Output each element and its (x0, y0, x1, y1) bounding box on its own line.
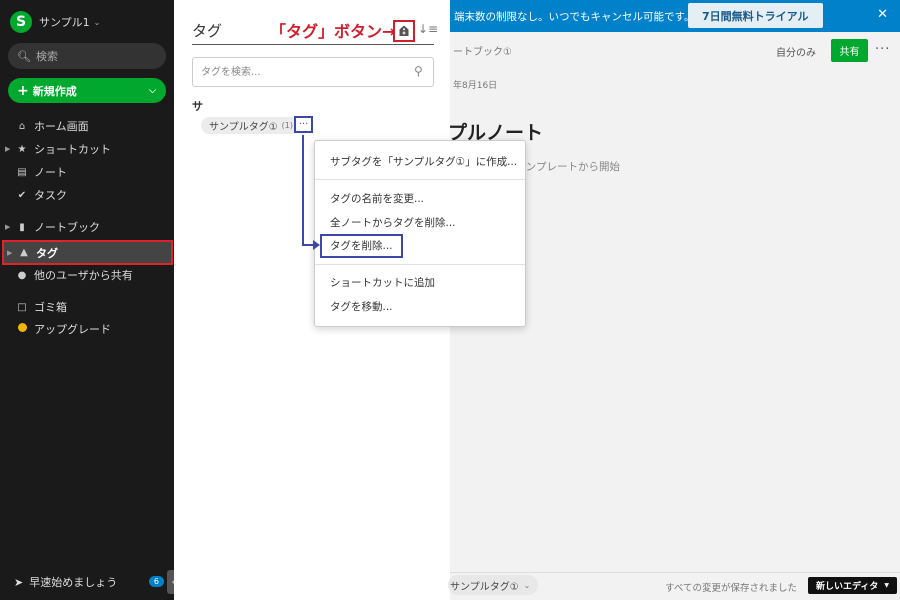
evernote-logo-icon: S (10, 11, 32, 33)
sidebar-item-label: ホーム画面 (34, 120, 89, 133)
tag-count: (1) (281, 121, 294, 130)
menu-divider (315, 179, 525, 180)
new-editor-label: 新しいエディタ (816, 582, 879, 592)
chevron-down-icon: ⌄ (523, 580, 531, 590)
sidebar-item-label: タグ (36, 246, 58, 260)
menu-item-rename-tag[interactable]: タグの名前を変更... (330, 191, 424, 206)
visibility-label[interactable]: 自分のみ (776, 44, 816, 59)
banner-text: 端末数の制限なし。いつでもキャンセル可能です。 (454, 10, 695, 23)
sidebar-item-label: 他のユーザから共有 (34, 269, 133, 282)
footer-tag-label: サンプルタグ① (450, 581, 519, 593)
sidebar-item-label: タスク (34, 189, 67, 202)
tag-chip[interactable]: サンプルタグ① (1) (201, 117, 302, 134)
sidebar-item-label: ノート (34, 166, 67, 179)
note-icon: ▤ (17, 166, 27, 178)
sidebar-item-label: ノートブック (34, 221, 100, 234)
chevron-down-icon: ⌵ (149, 85, 156, 96)
tag-context-menu: サブタグを「サンプルタグ①」に作成... タグの名前を変更... 全ノートからタ… (314, 140, 526, 327)
getting-started-badge: 6 (148, 576, 164, 587)
sidebar-item-notebooks[interactable]: ▶ ▮ ノートブック (0, 216, 174, 238)
new-tag-button[interactable] (393, 20, 415, 42)
coin-icon (16, 323, 28, 335)
share-button[interactable]: 共有 (831, 39, 868, 62)
new-button-label: 新規作成 (32, 84, 77, 98)
account-switcher[interactable]: S サンプル1 ⌄ (10, 10, 100, 34)
chevron-down-icon: ▼ (884, 582, 889, 589)
menu-item-remove-tag-from-notes[interactable]: 全ノートからタグを削除... (330, 215, 456, 230)
title-divider (192, 44, 434, 45)
sidebar-item-label: ゴミ箱 (34, 301, 67, 314)
users-icon: ● (17, 269, 27, 281)
sidebar-item-home[interactable]: ⌂ ホーム画面 (0, 115, 174, 137)
close-icon[interactable]: ✕ (877, 7, 888, 22)
delete-tag-highlight (320, 234, 403, 258)
new-button[interactable]: + 新規作成 ⌵ (8, 78, 166, 103)
tag-name: サンプルタグ① (209, 122, 278, 133)
getting-started-label: 早速始めましょう (29, 576, 118, 589)
star-icon: ★ (17, 143, 27, 155)
tag-search-input[interactable] (192, 57, 434, 87)
expand-arrow-icon[interactable]: ▶ (5, 145, 10, 153)
add-tag-icon (399, 25, 409, 36)
footer-tag-chip[interactable]: サンプルタグ① ⌄ (448, 575, 539, 595)
sidebar-item-label: ショートカット (34, 143, 111, 156)
menu-item-move-tag[interactable]: タグを移動... (330, 299, 393, 314)
sidebar-item-shortcuts[interactable]: ▶ ★ ショートカット (0, 138, 174, 160)
sidebar-item-shared[interactable]: ● 他のユーザから共有 (0, 264, 174, 286)
annotation-label: 「タグ」ボタン→ (270, 22, 396, 41)
sidebar-item-upgrade[interactable]: アップグレード (0, 318, 174, 340)
chevron-down-icon: ⌄ (93, 17, 101, 27)
getting-started[interactable]: ➤ 早速始めましょう 6 (0, 568, 174, 596)
sidebar-item-label: アップグレード (34, 323, 111, 336)
new-editor-button[interactable]: 新しいエディタ ▼ (808, 577, 897, 594)
free-trial-button[interactable]: 7日間無料トライアル (688, 3, 823, 28)
notebook-icon: ▮ (19, 221, 25, 233)
promo-banner: 端末数の制限なし。いつでもキャンセル可能です。 7日間無料トライアル ✕ (450, 0, 900, 32)
home-icon: ⌂ (18, 120, 26, 132)
sidebar-item-trash[interactable]: □ ゴミ箱 (0, 296, 174, 318)
sidebar-item-tasks[interactable]: ✔ タスク (0, 184, 174, 206)
sidebar: S サンプル1 ⌄ 🔍︎ 検索 + 新規作成 ⌵ ⌂ ホーム画面 ▶ ★ ショー… (0, 0, 174, 600)
sidebar-search-label: 検索 (35, 50, 58, 63)
sidebar-item-tags[interactable]: ▶ ▲ タグ (2, 240, 173, 265)
tag-more-button[interactable]: ··· (294, 116, 313, 133)
tag-group-letter: サ (192, 100, 203, 113)
menu-divider (315, 264, 525, 265)
menu-item-create-subtag[interactable]: サブタグを「サンプルタグ①」に作成... (330, 154, 517, 169)
search-icon: ⚲ (414, 64, 423, 78)
check-circle-icon: ✔ (17, 189, 27, 201)
tag-panel-title: タグ (192, 22, 223, 40)
plus-icon: + (17, 82, 29, 99)
sort-icon[interactable]: ↓≡ (418, 22, 438, 36)
trash-icon: □ (17, 301, 27, 313)
tag-icon: ▲ (20, 247, 28, 258)
note-date: 年8月16日 (453, 81, 498, 91)
sidebar-item-notes[interactable]: ▤ ノート (0, 161, 174, 183)
sidebar-search[interactable]: 🔍︎ 検索 (8, 43, 166, 69)
search-icon: 🔍︎ (17, 49, 31, 63)
rocket-icon: ➤ (14, 575, 24, 589)
save-status: すべての変更が保存されました (665, 583, 797, 594)
menu-item-add-shortcut[interactable]: ショートカットに追加 (330, 275, 435, 290)
notebook-breadcrumb[interactable]: ートブック① (453, 43, 512, 58)
expand-arrow-icon[interactable]: ▶ (7, 249, 12, 257)
more-options-icon[interactable]: ··· (875, 42, 890, 57)
account-name: サンプル1 (39, 16, 90, 29)
expand-arrow-icon[interactable]: ▶ (5, 223, 10, 231)
